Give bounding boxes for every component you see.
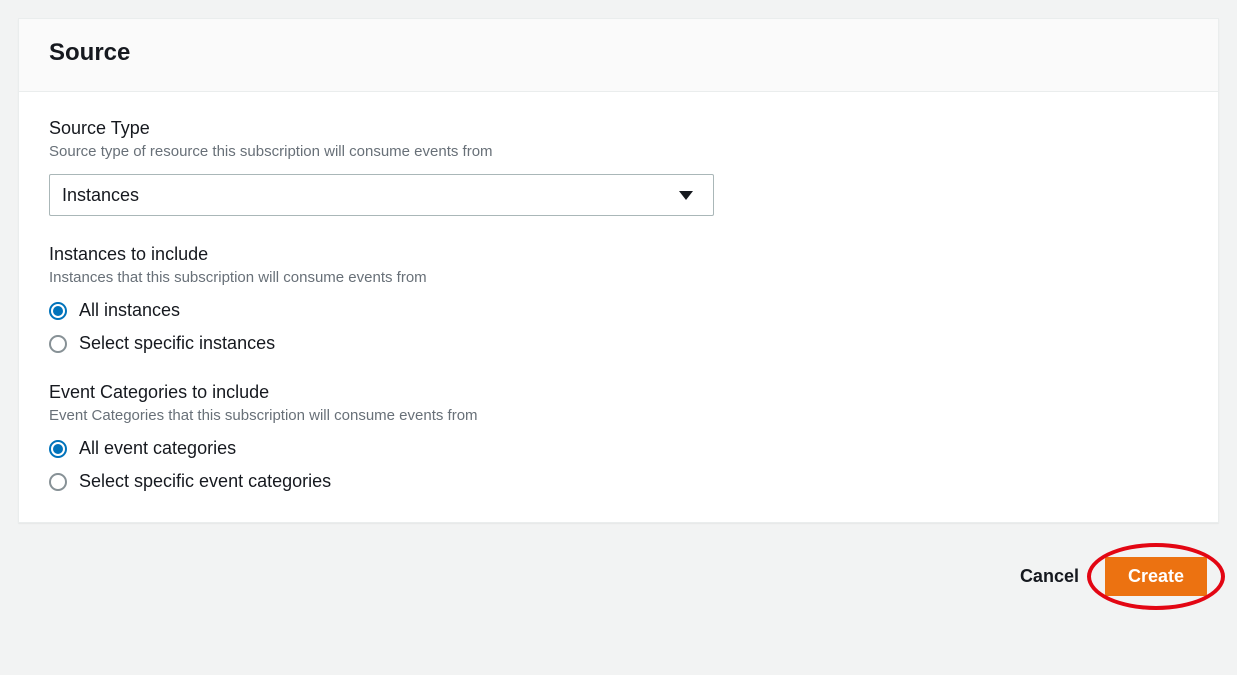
- radio-label: All event categories: [79, 438, 236, 459]
- radio-label: Select specific event categories: [79, 471, 331, 492]
- radio-select-specific-event-categories[interactable]: Select specific event categories: [49, 471, 1188, 492]
- radio-icon: [49, 440, 67, 458]
- instances-include-label: Instances to include: [49, 244, 1188, 265]
- radio-icon: [49, 335, 67, 353]
- form-footer: Cancel Create: [18, 523, 1219, 596]
- cancel-button[interactable]: Cancel: [1016, 558, 1083, 595]
- source-type-section: Source Type Source type of resource this…: [49, 118, 1188, 216]
- radio-select-specific-instances[interactable]: Select specific instances: [49, 333, 1188, 354]
- event-categories-label: Event Categories to include: [49, 382, 1188, 403]
- radio-label: All instances: [79, 300, 180, 321]
- panel-header: Source: [19, 19, 1218, 92]
- event-categories-desc: Event Categories that this subscription …: [49, 407, 1188, 424]
- radio-icon: [49, 302, 67, 320]
- instances-include-section: Instances to include Instances that this…: [49, 244, 1188, 354]
- event-categories-section: Event Categories to include Event Catego…: [49, 382, 1188, 492]
- caret-down-icon: [679, 191, 693, 200]
- create-button[interactable]: Create: [1105, 557, 1207, 596]
- radio-label: Select specific instances: [79, 333, 275, 354]
- source-type-select[interactable]: Instances: [49, 174, 714, 216]
- source-type-selected-value: Instances: [62, 185, 139, 206]
- instances-include-desc: Instances that this subscription will co…: [49, 269, 1188, 286]
- source-type-desc: Source type of resource this subscriptio…: [49, 143, 1188, 160]
- panel-title: Source: [49, 39, 1188, 67]
- panel-body: Source Type Source type of resource this…: [19, 92, 1218, 522]
- radio-icon: [49, 473, 67, 491]
- create-button-highlight-wrap: Create: [1105, 557, 1207, 596]
- radio-all-instances[interactable]: All instances: [49, 300, 1188, 321]
- source-type-label: Source Type: [49, 118, 1188, 139]
- radio-all-event-categories[interactable]: All event categories: [49, 438, 1188, 459]
- source-panel: Source Source Type Source type of resour…: [18, 18, 1219, 523]
